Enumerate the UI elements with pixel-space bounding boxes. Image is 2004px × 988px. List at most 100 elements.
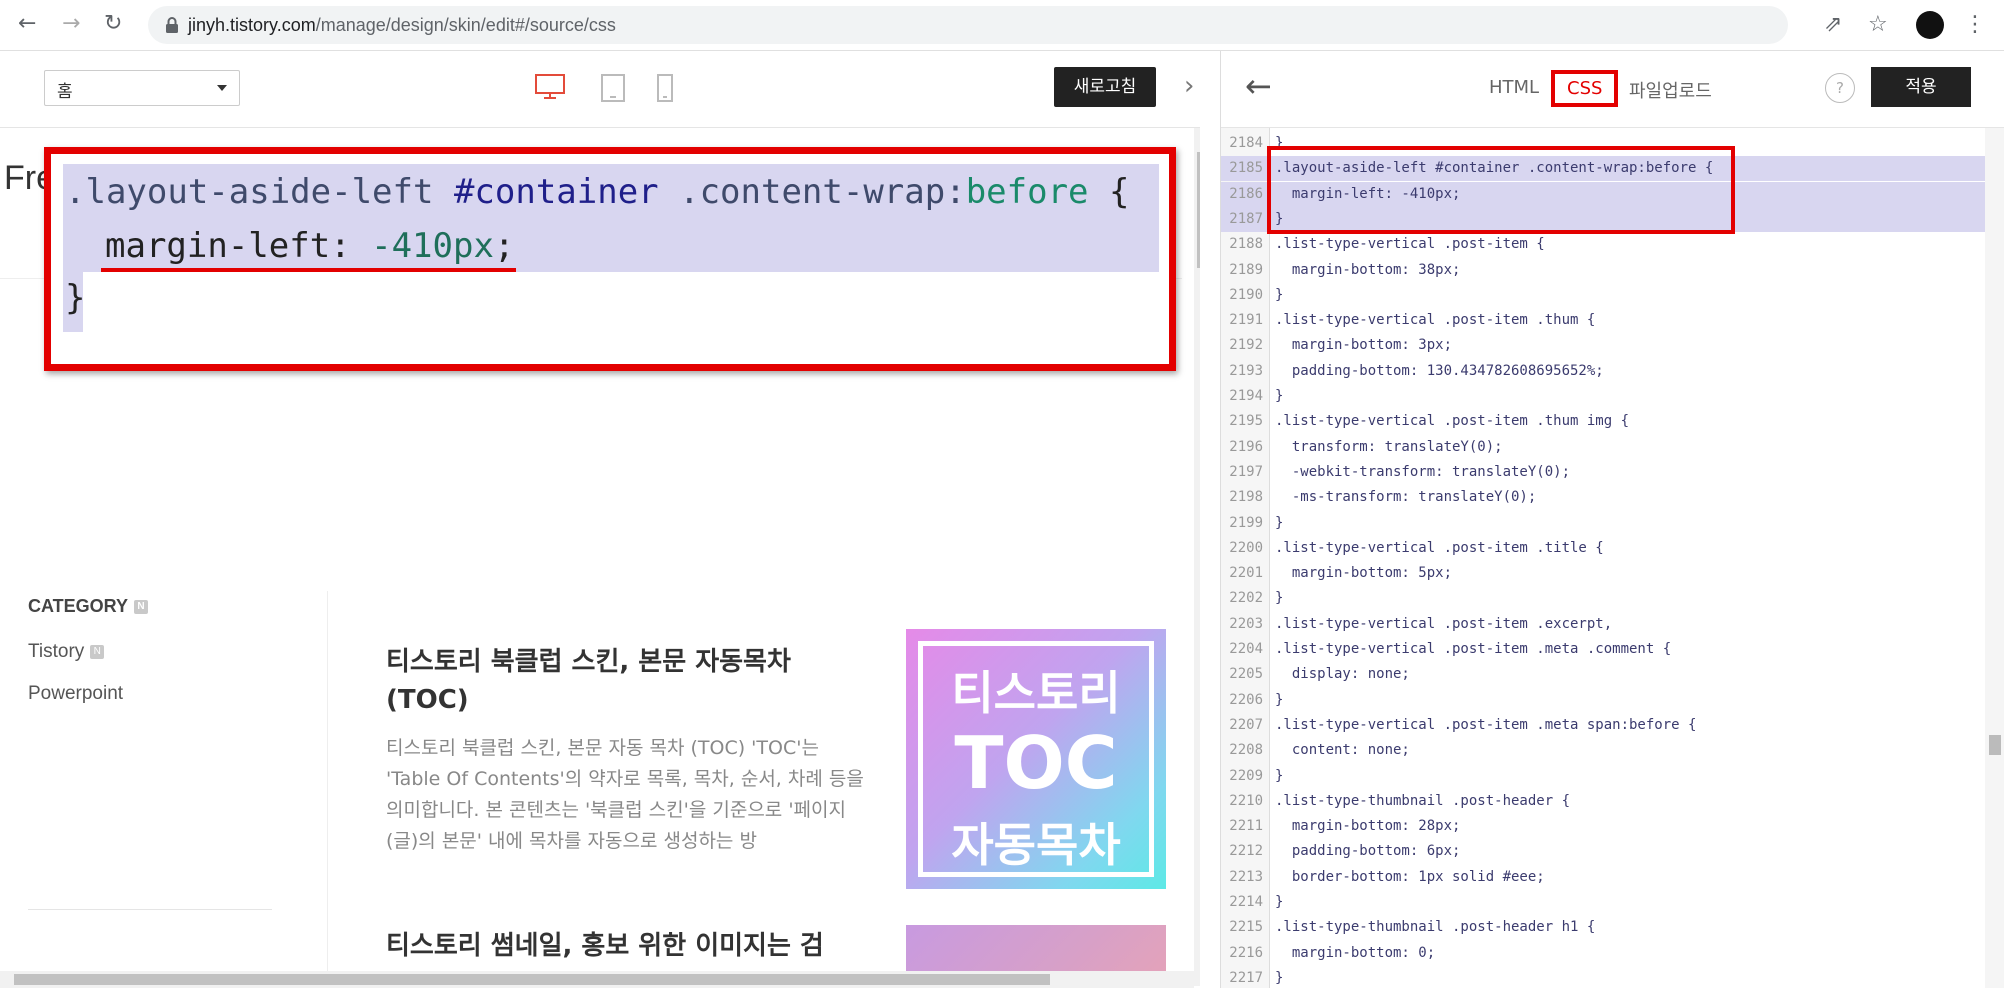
post-thumbnail[interactable]: 티스토리 TOC 자동목차 [906,629,1166,889]
line-number: 2199 [1229,514,1263,531]
horizontal-scrollbar[interactable] [0,971,1194,988]
category-item-tistory[interactable]: Tistory N [28,641,105,663]
code-line[interactable]: 2210 .list-type-thumbnail .post-header { [1221,789,1985,814]
code-text: } [1275,286,1284,303]
code-line[interactable]: 2204 .list-type-vertical .post-item .meta… [1221,637,1985,662]
tab-file-upload[interactable]: 파일업로드 [1629,77,1712,103]
highlight-box [1267,146,1735,234]
post-title[interactable]: 티스토리 썸네일, 홍보 위한 이미지는 검 [386,927,866,965]
share-icon[interactable]: ⇗ [1824,12,1842,37]
chevron-right-icon[interactable]: › [1184,71,1194,101]
code-line[interactable]: 2190} [1221,283,1985,308]
line-number: 2192 [1229,337,1263,354]
code-line[interactable]: 2195 .list-type-vertical .post-item .thum… [1221,409,1985,434]
code-line[interactable]: 2213 border-bottom: 1px solid #eee; [1221,865,1985,890]
code-text: .list-type-vertical .post-item .thum { [1275,312,1596,329]
vertical-scrollbar[interactable] [1194,128,1200,986]
url-text: jinyh.tistory.com/manage/design/skin/edi… [188,15,616,35]
line-number: 2207 [1229,716,1263,733]
code-text: .list-type-vertical .post-item .thum img… [1275,413,1630,430]
code-text: -ms-transform: translateY(0); [1275,489,1537,506]
code-line[interactable]: 2199} [1221,511,1985,536]
code-line[interactable]: 2208 content: none; [1221,738,1985,763]
line-number: 2205 [1229,666,1263,683]
line-number: 2197 [1229,463,1263,480]
line-number: 2190 [1229,286,1263,303]
code-text: padding-bottom: 130.434782608695652%; [1275,362,1604,379]
zoom-code-line-3: } [65,278,86,318]
code-line[interactable]: 2201 margin-bottom: 5px; [1221,561,1985,586]
forward-icon[interactable]: → [62,13,80,35]
page-select[interactable]: 홈 [44,70,240,106]
post-title[interactable]: 티스토리 북클럽 스킨, 본문 자동목차 (TOC) [386,643,866,719]
arrow-left-icon[interactable]: ← [1245,67,1272,105]
code-text: } [1275,894,1284,910]
code-text: margin-bottom: 0; [1275,944,1436,961]
new-badge: N [134,600,149,615]
code-line[interactable]: 2200 .list-type-vertical .post-item .titl… [1221,536,1985,561]
code-text: margin-bottom: 5px; [1275,565,1453,582]
code-line[interactable]: 2196 transform: translateY(0); [1221,435,1985,460]
code-line[interactable]: 2217} [1221,966,1985,988]
refresh-button[interactable]: 새로고침 [1054,67,1156,107]
line-number: 2186 [1229,185,1263,202]
post-excerpt: 티스토리 북클럽 스킨, 본문 자동 목차 (TOC) 'TOC'는 'Tabl… [386,737,864,852]
code-line[interactable]: 2197 -webkit-transform: translateY(0); [1221,460,1985,485]
code-text: } [1275,590,1284,607]
code-text: padding-bottom: 6px; [1275,843,1461,860]
avatar[interactable] [1916,11,1944,39]
code-line[interactable]: 2206} [1221,688,1985,713]
code-line[interactable]: 2215 .list-type-thumbnail .post-header h1… [1221,915,1985,940]
star-icon[interactable]: ☆ [1868,12,1888,37]
line-number: 2209 [1229,767,1263,784]
editor-toolbar: ← HTML CSS 파일업로드 ? 적용 [1221,51,2004,128]
code-text: .list-type-thumbnail .post-header h1 { [1275,919,1596,936]
tablet-icon[interactable] [600,73,626,103]
code-line[interactable]: 2207 .list-type-vertical .post-item .meta… [1221,713,1985,738]
apply-button[interactable]: 적용 [1871,67,1971,107]
code-line[interactable]: 2191 .list-type-vertical .post-item .thum… [1221,308,1985,333]
code-line[interactable]: 2189 margin-bottom: 38px; [1221,258,1985,283]
tab-html[interactable]: HTML [1489,77,1539,98]
line-number: 2202 [1229,590,1263,607]
code-text: } [1275,767,1284,784]
code-text: .list-type-thumbnail .post-header { [1275,792,1571,809]
line-number: 2198 [1229,489,1263,506]
code-line[interactable]: 2192 margin-bottom: 3px; [1221,333,1985,358]
reload-icon[interactable]: ↻ [104,13,122,35]
line-number: 2204 [1229,641,1263,657]
code-line[interactable]: 2212 padding-bottom: 6px; [1221,839,1985,864]
mobile-icon[interactable] [656,73,674,103]
line-number: 2216 [1229,944,1263,961]
code-line[interactable]: 2205 display: none; [1221,662,1985,687]
help-icon[interactable]: ? [1825,73,1855,103]
code-line[interactable]: 2209} [1221,764,1985,789]
code-editor-pane: ← HTML CSS 파일업로드 ? 적용 2184} 2185 .layout-a… [1220,51,2004,988]
code-text: .list-type-vertical .post-item .meta spa… [1275,716,1697,733]
code-line[interactable]: 2203 .list-type-vertical .post-item .exce… [1221,612,1985,637]
category-item-powerpoint[interactable]: Powerpoint [28,683,123,705]
desktop-icon[interactable] [534,73,566,101]
code-line[interactable]: 2188 .list-type-vertical .post-item { [1221,232,1985,257]
code-line[interactable]: 2194} [1221,384,1985,409]
line-number: 2185 [1229,160,1263,177]
lock-icon [166,17,178,33]
code-line[interactable]: 2198 -ms-transform: translateY(0); [1221,485,1985,510]
back-icon[interactable]: ← [18,13,36,35]
code-text: border-bottom: 1px solid #eee; [1275,868,1545,885]
code-line[interactable]: 2216 margin-bottom: 0; [1221,941,1985,966]
address-bar[interactable]: jinyh.tistory.com/manage/design/skin/edi… [148,6,1788,44]
line-number: 2191 [1229,312,1263,329]
emphasis-underline [101,268,516,272]
code-line[interactable]: 2214} [1221,890,1985,915]
line-number: 2213 [1229,868,1263,885]
code-text: display: none; [1275,666,1410,683]
code-line[interactable]: 2202} [1221,586,1985,611]
vertical-scrollbar[interactable] [1985,128,2004,988]
code-line[interactable]: 2211 margin-bottom: 28px; [1221,814,1985,839]
code-text: content: none; [1275,742,1410,759]
line-number: 2189 [1229,261,1263,278]
tab-css[interactable]: CSS [1551,70,1619,107]
code-line[interactable]: 2193 padding-bottom: 130.434782608695652… [1221,359,1985,384]
menu-icon[interactable]: ⋮ [1964,12,1986,37]
